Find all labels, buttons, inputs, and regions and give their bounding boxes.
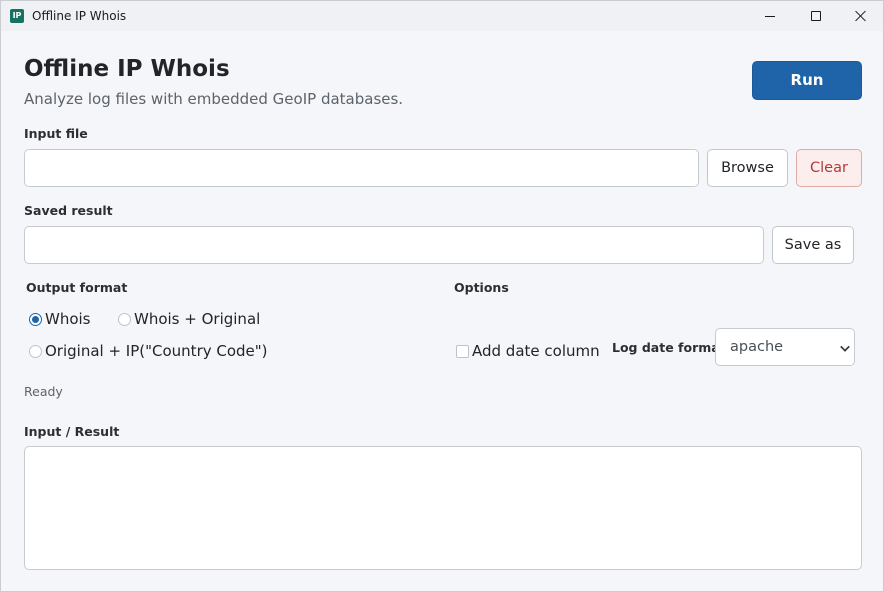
maximize-button[interactable] (793, 1, 839, 31)
radio-whois-original[interactable]: Whois + Original (118, 310, 260, 328)
output-format-label: Output format (26, 280, 128, 295)
title-bar[interactable]: IP Offline IP Whois (1, 1, 883, 31)
radio-original-ip-country-label: Original + IP("Country Code") (45, 342, 268, 360)
browse-button[interactable]: Browse (707, 149, 788, 187)
log-date-format-label: Log date format (612, 340, 726, 355)
app-window: IP Offline IP Whois Offline IP Whois Ana… (0, 0, 884, 592)
radio-unchecked-icon (29, 344, 42, 358)
saved-result-field[interactable] (24, 226, 764, 264)
radio-whois-label: Whois (45, 310, 91, 328)
options-label: Options (454, 280, 509, 295)
log-date-format-value: apache (730, 339, 784, 355)
radio-original-ip-country[interactable]: Original + IP("Country Code") (29, 342, 268, 360)
radio-whois-original-label: Whois + Original (134, 310, 261, 328)
input-file-label: Input file (24, 126, 88, 141)
save-as-button[interactable]: Save as (772, 226, 854, 264)
result-textarea[interactable] (24, 446, 862, 570)
status-text: Ready (24, 384, 63, 399)
add-date-column-label: Add date column (472, 342, 600, 360)
chevron-down-icon (840, 342, 850, 352)
app-logo-icon: IP (10, 9, 24, 23)
radio-whois[interactable]: Whois (29, 310, 91, 328)
maximize-icon (811, 11, 821, 21)
minimize-button[interactable] (747, 1, 793, 31)
minimize-icon (765, 15, 775, 17)
input-file-field[interactable] (24, 149, 699, 187)
add-date-column-checkbox[interactable]: Add date column (456, 342, 600, 360)
checkbox-icon (456, 344, 469, 358)
run-button[interactable]: Run (752, 61, 862, 100)
close-icon (855, 10, 867, 22)
page-subtitle: Analyze log files with embedded GeoIP da… (24, 90, 404, 108)
result-label: Input / Result (24, 424, 120, 439)
saved-result-label: Saved result (24, 203, 113, 218)
close-button[interactable] (838, 1, 884, 31)
radio-unchecked-icon (118, 312, 131, 326)
page-title: Offline IP Whois (24, 56, 230, 82)
radio-checked-icon (29, 312, 42, 326)
log-date-format-select[interactable]: apache (715, 328, 855, 366)
window-title: Offline IP Whois (32, 9, 127, 23)
clear-button[interactable]: Clear (796, 149, 862, 187)
